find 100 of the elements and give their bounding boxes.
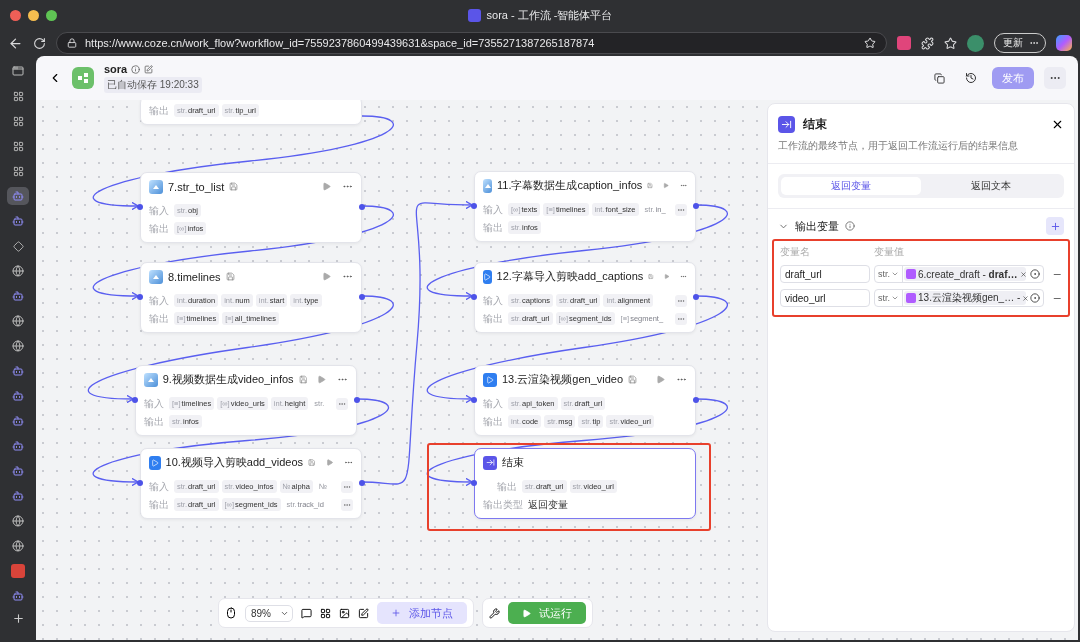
window-title: sora - 工作流 -智能体平台 [486,7,613,23]
variable-value-field[interactable]: str. 13.云渲染视频gen_… - [874,289,1044,307]
add-node-button[interactable]: 添加节点 [377,602,467,624]
more-icon[interactable] [675,203,687,216]
globe-icon [12,515,24,527]
node-icon [906,269,916,279]
panel-description: 工作流的最终节点，用于返回工作流运行后的结果信息 [768,139,1074,164]
row-label: 输出 [483,414,503,429]
port-dot[interactable] [471,203,477,209]
edit-icon[interactable] [144,64,154,74]
column-header: 变量名 [780,245,811,259]
more-icon[interactable] [336,397,348,410]
bot-icon [12,415,24,427]
variable-name-field[interactable]: video_url [780,289,870,307]
note-icon[interactable] [358,607,369,619]
node-title: 12.字幕导入剪映add_captions [496,269,644,284]
maximize-dot[interactable] [46,9,57,21]
variable-name-field[interactable]: draft_url [780,265,870,283]
save-icon [298,375,308,384]
save-icon [308,458,316,467]
close-dot[interactable] [10,9,21,21]
row-label: 输出 [149,311,169,326]
mode-tab[interactable]: 返回变量 [781,177,921,195]
image-icon[interactable] [339,607,350,619]
port-dot[interactable] [693,294,699,300]
profile-avatar[interactable] [967,34,984,52]
save-icon [229,182,239,191]
port-dot[interactable] [693,397,699,403]
address-bar[interactable]: https://www.coze.cn/work_flow?workflow_id=7559237860499439631&space_id=7355271387265187874 [56,32,887,54]
node-title: 9.视频数据生成video_infos [162,372,294,387]
more-icon[interactable] [341,498,353,511]
port-dot[interactable] [693,203,699,209]
port-dot[interactable] [359,204,365,210]
row-label: 输出 [483,220,503,235]
port-dot[interactable] [359,480,365,486]
port-dot[interactable] [354,397,360,403]
history-icon [965,72,977,84]
clear-icon [1022,294,1030,302]
plus-icon [1049,220,1061,232]
row-label: 输出 [144,414,164,429]
node-title: 结束 [502,455,524,470]
save-icon [648,272,654,281]
info-icon[interactable] [131,64,141,74]
minimize-dot[interactable] [28,9,39,21]
mode-tab[interactable]: 返回文本 [921,177,1061,195]
sidebar-tab[interactable] [7,187,29,205]
extensions-icon[interactable] [921,36,934,50]
port-dot[interactable] [137,294,143,300]
tab-favicon [467,8,481,22]
globe-icon [12,315,24,327]
node-title: 7.str_to_list [168,180,225,193]
more-icon[interactable] [675,312,687,325]
bot-icon [12,465,24,477]
row-label: 输入 [483,202,503,217]
play-node-icon [483,372,497,387]
add-variable-button[interactable] [1046,217,1064,235]
port-dot[interactable] [137,204,143,210]
port-dot[interactable] [137,480,143,486]
zoom-select[interactable]: 89% [245,604,293,622]
port-dot[interactable] [471,397,477,403]
copy-icon [933,72,945,84]
row-label: 输出 [149,103,169,118]
node-title: 8.timelines [168,270,221,283]
port-dot[interactable] [471,480,477,486]
copilot-icon[interactable] [1056,35,1072,51]
row-label: 输入 [144,396,164,411]
node-title: 11.字幕数据生成caption_infos [497,178,643,193]
mouse-icon[interactable] [225,607,237,619]
save-status: 已自动保存 19:20:33 [104,77,202,93]
variable-value-field[interactable]: str. 6.create_draft - draf… [874,265,1044,283]
row-label: 输出 [149,221,169,236]
wrench-icon[interactable] [489,607,500,619]
layout-icon[interactable] [320,607,331,619]
new-tab-icon[interactable] [11,612,25,625]
more-icon[interactable] [341,480,353,493]
row-label: 输入 [149,203,169,218]
save-icon [628,375,638,384]
reload-icon[interactable] [33,36,46,50]
lock-icon [67,38,77,48]
port-dot[interactable] [132,397,138,403]
node-icon [906,293,916,303]
globe-icon [12,340,24,352]
row-label: 输入 [483,293,503,308]
save-icon [225,272,235,281]
more-icon[interactable] [675,294,687,307]
column-header: 变量值 [874,245,905,259]
port-dot[interactable] [359,294,365,300]
diamond-icon [12,240,24,252]
app-icon [11,564,25,578]
grid-icon [12,140,24,152]
close-icon[interactable] [1051,118,1064,131]
back-icon[interactable] [8,35,23,51]
comment-icon[interactable] [301,607,312,619]
row-label: 输出 [483,311,503,326]
play-node-icon [149,455,161,470]
info-icon[interactable] [845,221,855,231]
chevron-icon [891,270,899,278]
port-dot[interactable] [471,294,477,300]
bot-icon [12,440,24,452]
favorites-icon[interactable] [944,36,957,50]
